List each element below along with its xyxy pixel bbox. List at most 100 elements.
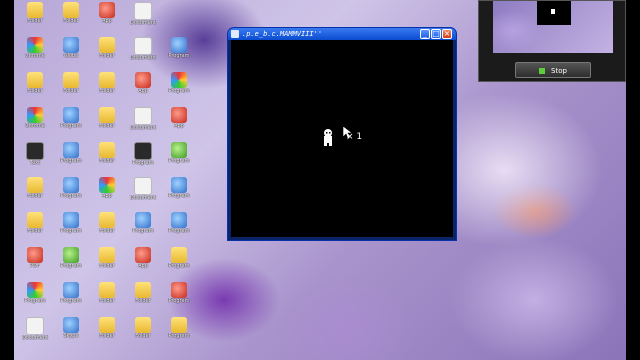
stop-button[interactable]: Stop: [515, 62, 591, 78]
desktop-icon-label: Folder: [27, 228, 43, 234]
desktop-icon-label: Chrome: [25, 123, 45, 129]
desktop-icon[interactable]: Globe: [54, 37, 88, 69]
red-icon: [27, 247, 43, 263]
folder-icon: [135, 317, 151, 333]
desktop-icon-label: App: [102, 193, 112, 199]
desktop-icon-label: Program: [168, 158, 190, 164]
desktop-icon[interactable]: Program: [162, 212, 196, 244]
desktop-icon[interactable]: App: [90, 177, 124, 209]
desktop-icon-label: App: [102, 18, 112, 24]
desktop-icon[interactable]: Program: [162, 177, 196, 209]
desktop-icon[interactable]: Chrome: [18, 37, 52, 69]
desktop-icon[interactable]: Program: [54, 247, 88, 279]
desktop-icon[interactable]: Program: [162, 142, 196, 174]
desktop-icon-grid: Folder Folder App Document Chrome Globe Folder…: [18, 2, 218, 360]
game-canvas[interactable]: × 1: [231, 40, 453, 237]
desktop-icon[interactable]: Folder: [90, 37, 124, 69]
desktop-icon[interactable]: App: [162, 107, 196, 139]
blue-icon: [63, 317, 79, 333]
desktop-icon-label: Folder: [63, 88, 79, 94]
doc-icon: [26, 317, 44, 335]
desktop-icon[interactable]: Program: [126, 212, 160, 244]
green-icon: [171, 142, 187, 158]
folder-icon: [135, 282, 151, 298]
desktop-icon-label: Chrome: [25, 53, 45, 59]
desktop-icon[interactable]: Program: [162, 247, 196, 279]
desktop-icon[interactable]: Program: [162, 282, 196, 314]
desktop-icon[interactable]: App: [126, 72, 160, 104]
minimize-icon[interactable]: _: [420, 29, 430, 39]
recorder-panel: Stop: [478, 0, 626, 82]
desktop-icon[interactable]: Program: [54, 142, 88, 174]
folder-icon: [63, 2, 79, 18]
blue-icon: [171, 177, 187, 193]
desktop-icon[interactable]: Folder: [18, 72, 52, 104]
doc-icon: [134, 2, 152, 20]
multi-icon: [27, 107, 43, 123]
desktop-icon[interactable]: Document: [126, 107, 160, 139]
desktop-icon-label: Document: [22, 335, 48, 341]
desktop-icon[interactable]: Chrome: [18, 107, 52, 139]
blue-icon: [63, 177, 79, 193]
desktop-icon-label: App: [174, 123, 184, 129]
folder-icon: [99, 72, 115, 88]
desktop-icon[interactable]: Program: [54, 177, 88, 209]
desktop-icon-label: Program: [60, 298, 82, 304]
desktop-icon[interactable]: Program: [54, 212, 88, 244]
desktop-icon[interactable]: Folder: [18, 2, 52, 34]
desktop-icon[interactable]: Folder: [90, 212, 124, 244]
desktop-icon-label: App: [138, 88, 148, 94]
red-icon: [135, 247, 151, 263]
desktop-icon[interactable]: Program: [54, 282, 88, 314]
blue-icon: [135, 212, 151, 228]
desktop-icon[interactable]: Program: [162, 317, 196, 349]
desktop-icon-label: Folder: [99, 333, 115, 339]
desktop-icon-label: Document: [130, 20, 156, 26]
blue-icon: [171, 212, 187, 228]
desktop-icon[interactable]: Folder: [90, 142, 124, 174]
desktop-icon[interactable]: App: [90, 2, 124, 34]
desktop-icon-label: PDF: [30, 263, 40, 269]
blue-icon: [171, 37, 187, 53]
desktop-icon-label: Document: [130, 55, 156, 61]
desktop-icon-label: Program: [168, 53, 190, 59]
desktop-icon[interactable]: Folder: [54, 2, 88, 34]
red-icon: [99, 2, 115, 18]
desktop-icon-label: Text: [29, 160, 41, 166]
folder-icon: [27, 212, 43, 228]
desktop-icon[interactable]: Folder: [90, 282, 124, 314]
desktop-icon[interactable]: Folder: [18, 177, 52, 209]
desktop-icon[interactable]: Document: [126, 2, 160, 34]
desktop-icon[interactable]: Program: [126, 142, 160, 174]
desktop-icon[interactable]: Folder: [18, 212, 52, 244]
desktop-icon[interactable]: Folder: [90, 247, 124, 279]
maximize-icon[interactable]: □: [431, 29, 441, 39]
desktop-icon-label: Folder: [27, 18, 43, 24]
desktop-icon-label: App: [138, 263, 148, 269]
desktop-icon[interactable]: Program: [54, 107, 88, 139]
desktop-icon[interactable]: Document: [126, 177, 160, 209]
desktop-icon[interactable]: Program: [18, 282, 52, 314]
doc-icon: [134, 37, 152, 55]
desktop-icon[interactable]: Text: [18, 142, 52, 174]
game-window[interactable]: .p.e_b.c.MAMMVIII'' _ □ × × 1: [228, 28, 456, 240]
desktop-icon[interactable]: Document: [18, 317, 52, 349]
window-titlebar[interactable]: .p.e_b.c.MAMMVIII'' _ □ ×: [228, 28, 456, 40]
app-icon: [231, 30, 239, 38]
desktop-icon[interactable]: Folder: [126, 317, 160, 349]
desktop-icon-label: Program: [60, 158, 82, 164]
desktop-icon[interactable]: Program: [162, 72, 196, 104]
desktop-icon[interactable]: Folder: [90, 72, 124, 104]
desktop-icon-label: Program: [60, 228, 82, 234]
desktop-icon[interactable]: Folder: [90, 317, 124, 349]
desktop-icon[interactable]: Folder: [126, 282, 160, 314]
desktop-icon[interactable]: Skype: [54, 317, 88, 349]
desktop-icon-label: Program: [60, 123, 82, 129]
desktop-icon[interactable]: Document: [126, 37, 160, 69]
close-icon[interactable]: ×: [442, 29, 452, 39]
desktop-icon[interactable]: Folder: [90, 107, 124, 139]
desktop-icon[interactable]: Program: [162, 37, 196, 69]
desktop-icon[interactable]: Folder: [54, 72, 88, 104]
desktop-icon[interactable]: App: [126, 247, 160, 279]
desktop-icon[interactable]: PDF: [18, 247, 52, 279]
